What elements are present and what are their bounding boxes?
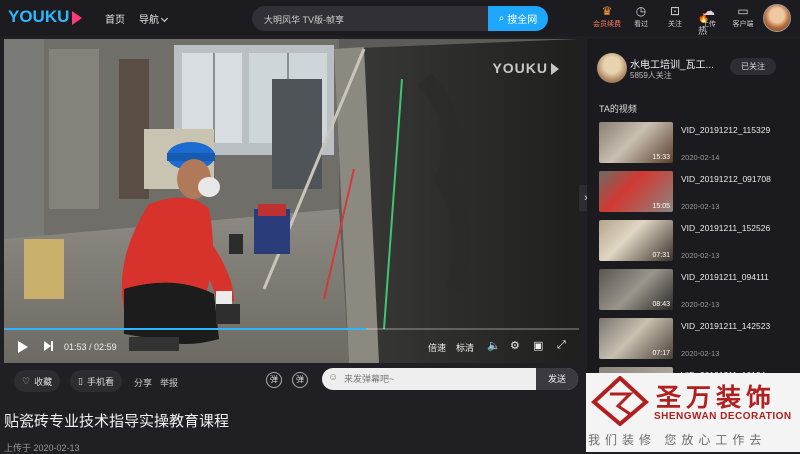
pip-icon[interactable]: ▣ [533, 339, 543, 352]
watermark-slogan: 我们装修 您放心工作去 [588, 433, 767, 447]
list-item[interactable]: 07:31 VID_20191211_152526 2020-02-13 [599, 220, 799, 264]
top-bar: YOUKU 首页 导航 大明风华 TV版-帧享 🔥热搜榜 ⌕搜全网 ♛会员续费 … [0, 0, 800, 62]
video-thumbnail: 15:33 [599, 122, 673, 163]
upload-date: 上传于 2020-02-13 [4, 443, 80, 453]
youku-logo[interactable]: YOUKU [8, 7, 83, 27]
danmu-style-icon[interactable]: ☺ [328, 372, 338, 383]
video-player[interactable]: YOUKU 01:53 / 02:59 倍速 标清 🔈 ⚙ ▣ ⤢ [4, 39, 579, 363]
uploader-avatar[interactable] [597, 53, 627, 83]
danmu-toggle-icon[interactable]: 弹 [266, 372, 282, 388]
uploader-fans: 5859人关注 [630, 71, 672, 80]
danmu-settings-icon[interactable]: 弹 [292, 372, 308, 388]
video-name: VID_20191211_094111 [681, 272, 769, 282]
nav-navigation[interactable]: 导航 [139, 11, 169, 26]
client-button[interactable]: ▭ 客户端 [726, 3, 760, 29]
shengwan-logo-icon [590, 376, 650, 426]
header-icons: ♛ 会员续费 ◷ 看过 ⊡ 关注 ☁ 上传 ▭ 客户端 [590, 3, 760, 29]
tv-icon: ▭ [737, 4, 749, 18]
settings-icon[interactable]: ⚙ [510, 339, 520, 352]
time-display: 01:53 / 02:59 [64, 342, 117, 352]
following-button[interactable]: ⊡ 关注 [658, 3, 692, 29]
progress-bar[interactable] [4, 328, 579, 330]
play-logo-icon [551, 63, 559, 76]
video-date: 2020-02-13 [681, 300, 720, 309]
danmu-box: ☺ 发送 [322, 368, 578, 390]
bookmark-icon: ⊡ [669, 4, 681, 18]
speed-button[interactable]: 倍速 [428, 341, 446, 354]
upload-icon: ☁ [703, 4, 715, 18]
video-name: VID_20191212_115329 [681, 125, 771, 135]
next-icon[interactable] [44, 341, 53, 351]
video-date: 2020-02-13 [681, 251, 720, 260]
follow-button[interactable]: 已关注 [730, 58, 776, 75]
video-thumbnail: 07:31 [599, 220, 673, 261]
history-button[interactable]: ◷ 看过 [624, 3, 658, 29]
favorite-button[interactable]: ♡ 收藏 [14, 370, 61, 392]
video-date: 2020-02-13 [681, 349, 720, 358]
video-name: VID_20191212_091708 [681, 174, 771, 184]
uploader-name[interactable]: 水电工培训_瓦工... [630, 56, 714, 71]
mobile-watch-button[interactable]: ▯ 手机看 [70, 370, 122, 392]
video-date: 2020-02-13 [681, 202, 720, 211]
user-avatar[interactable] [763, 4, 791, 32]
video-title: 贴瓷砖专业技术指导实操教育课程 [4, 413, 230, 430]
quality-button[interactable]: 标清 [456, 341, 474, 354]
video-name: VID_20191211_152526 [681, 223, 771, 233]
danmu-input[interactable] [344, 371, 524, 387]
progress-fill [4, 328, 367, 330]
search-input[interactable]: 大明风华 TV版-帧享 [264, 13, 344, 26]
volume-icon[interactable]: 🔈 [487, 339, 501, 352]
video-name: VID_20191211_142523 [681, 321, 771, 331]
video-thumbnail: 08:43 [599, 269, 673, 310]
shengwan-watermark: 圣万装饰 SHENGWAN DECORATION 我们装修 您放心工作去 [586, 373, 800, 452]
video-thumbnail: 07:17 [599, 318, 673, 359]
phone-icon: ▯ [78, 375, 83, 386]
report-button[interactable]: 举报 [160, 376, 178, 389]
youku-watermark: YOUKU [492, 60, 559, 76]
share-button[interactable]: 分享 [134, 376, 152, 389]
list-item[interactable]: 08:43 VID_20191211_094111 2020-02-13 [599, 269, 799, 313]
video-thumbnail: 15:05 [599, 171, 673, 212]
watermark-subtitle: SHENGWAN DECORATION [654, 411, 792, 422]
list-item[interactable]: 15:05 VID_20191212_091708 2020-02-13 [599, 171, 799, 215]
video-frame [4, 39, 579, 363]
nav-home[interactable]: 首页 [105, 11, 125, 26]
upload-button[interactable]: ☁ 上传 [692, 3, 726, 29]
search-button[interactable]: ⌕ 搜全网 [488, 6, 548, 31]
vip-renew-button[interactable]: ♛ 会员续费 [590, 3, 624, 29]
player-controls: 01:53 / 02:59 倍速 标清 🔈 ⚙ ▣ ⤢ [4, 335, 579, 359]
play-icon[interactable] [18, 341, 28, 353]
heart-icon: ♡ [22, 375, 31, 386]
section-title: TA的视频 [599, 104, 637, 114]
search-icon: ⌕ [498, 13, 505, 24]
action-bar: ♡收藏 ▯手机看 分享 举报 弹 弹 ☺ 发送 [4, 368, 579, 392]
clock-icon: ◷ [635, 4, 647, 18]
fullscreen-icon[interactable]: ⤢ [557, 339, 566, 352]
list-item[interactable]: 15:33 VID_20191212_115329 2020-02-14 [599, 122, 799, 166]
crown-icon: ♛ [601, 4, 613, 18]
video-date: 2020-02-14 [681, 153, 720, 162]
top-nav: 首页 导航 [105, 11, 169, 26]
chevron-down-icon [160, 14, 169, 23]
watermark-name: 圣万装饰 [656, 383, 777, 412]
send-danmu-button[interactable]: 发送 [536, 368, 578, 390]
list-item[interactable]: 07:17 VID_20191211_142523 2020-02-13 [599, 318, 799, 362]
play-logo-icon [72, 10, 83, 25]
